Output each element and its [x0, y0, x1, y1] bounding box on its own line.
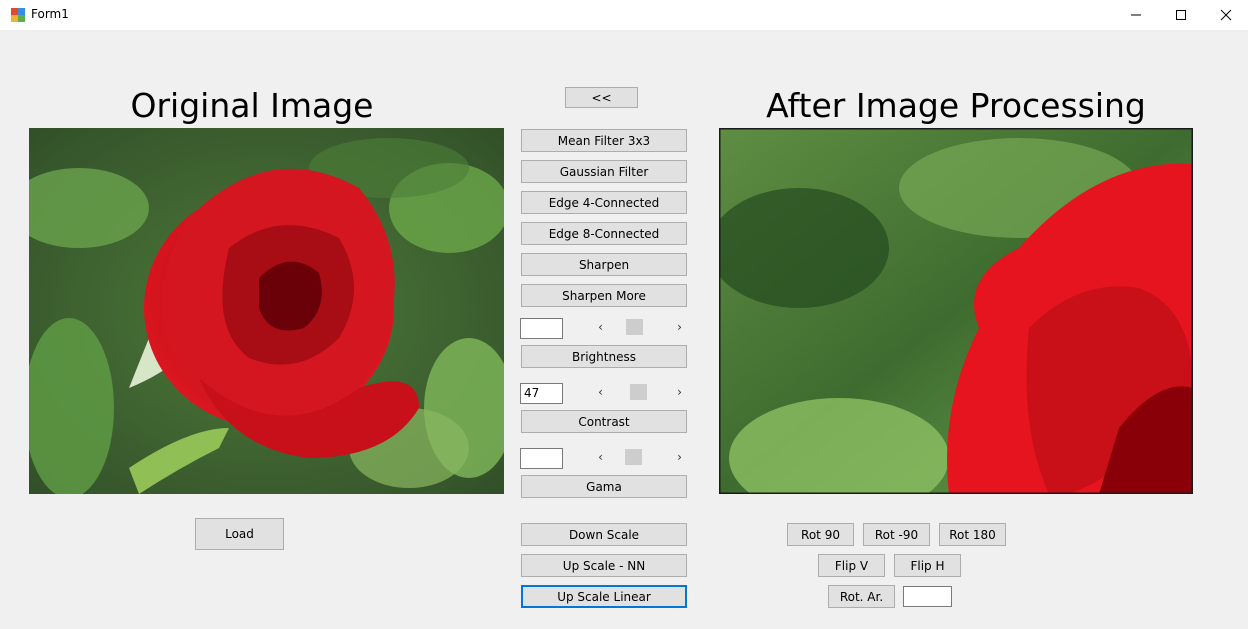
contrast-value-field[interactable]: 47	[520, 383, 563, 404]
sharpen-button[interactable]: Sharpen	[521, 253, 687, 276]
processed-image-heading: After Image Processing	[766, 86, 1146, 125]
original-image	[29, 128, 504, 494]
sharpen-more-button[interactable]: Sharpen More	[521, 284, 687, 307]
gaussian-filter-button[interactable]: Gaussian Filter	[521, 160, 687, 183]
title-bar: Form1	[0, 0, 1248, 30]
flip-horizontal-button[interactable]: Flip H	[894, 554, 961, 577]
brightness-thumb[interactable]	[626, 319, 643, 335]
minimize-icon	[1131, 14, 1141, 16]
rotate-180-button[interactable]: Rot 180	[939, 523, 1006, 546]
edge-4-connected-button[interactable]: Edge 4-Connected	[521, 191, 687, 214]
rotate-neg-90-button[interactable]: Rot -90	[863, 523, 930, 546]
flip-vertical-button[interactable]: Flip V	[818, 554, 885, 577]
rotate-90-button[interactable]: Rot 90	[787, 523, 854, 546]
rotation-angle-field[interactable]	[903, 586, 952, 607]
down-scale-button[interactable]: Down Scale	[521, 523, 687, 546]
maximize-button[interactable]	[1158, 0, 1204, 30]
scroll-right-icon[interactable]: ›	[671, 383, 688, 401]
gamma-value-field[interactable]	[520, 448, 563, 469]
scroll-right-icon[interactable]: ›	[671, 318, 688, 336]
contrast-thumb[interactable]	[630, 384, 647, 400]
scroll-left-icon[interactable]: ‹	[592, 448, 609, 466]
mean-filter-button[interactable]: Mean Filter 3x3	[521, 129, 687, 152]
minimize-button[interactable]	[1113, 0, 1159, 30]
window-title: Form1	[31, 7, 69, 21]
rotate-arbitrary-button[interactable]: Rot. Ar.	[828, 585, 895, 608]
brightness-button[interactable]: Brightness	[521, 345, 687, 368]
gamma-thumb[interactable]	[625, 449, 642, 465]
load-button[interactable]: Load	[195, 518, 284, 550]
back-button[interactable]: <<	[565, 87, 638, 108]
contrast-scrollbar[interactable]: ‹ ›	[592, 383, 688, 401]
processed-image	[719, 128, 1193, 494]
gamma-scrollbar[interactable]: ‹ ›	[592, 448, 688, 466]
contrast-button[interactable]: Contrast	[521, 410, 687, 433]
close-button[interactable]	[1203, 0, 1248, 30]
app-icon	[11, 8, 25, 22]
brightness-value-field[interactable]	[520, 318, 563, 339]
gamma-button[interactable]: Gama	[521, 475, 687, 498]
up-scale-linear-button[interactable]: Up Scale Linear	[521, 585, 687, 608]
brightness-scrollbar[interactable]: ‹ ›	[592, 318, 688, 336]
scroll-right-icon[interactable]: ›	[671, 448, 688, 466]
close-icon	[1220, 9, 1232, 21]
edge-8-connected-button[interactable]: Edge 8-Connected	[521, 222, 687, 245]
up-scale-nn-button[interactable]: Up Scale - NN	[521, 554, 687, 577]
scroll-left-icon[interactable]: ‹	[592, 318, 609, 336]
scroll-left-icon[interactable]: ‹	[592, 383, 609, 401]
original-image-heading: Original Image	[130, 86, 374, 125]
maximize-icon	[1176, 10, 1186, 20]
